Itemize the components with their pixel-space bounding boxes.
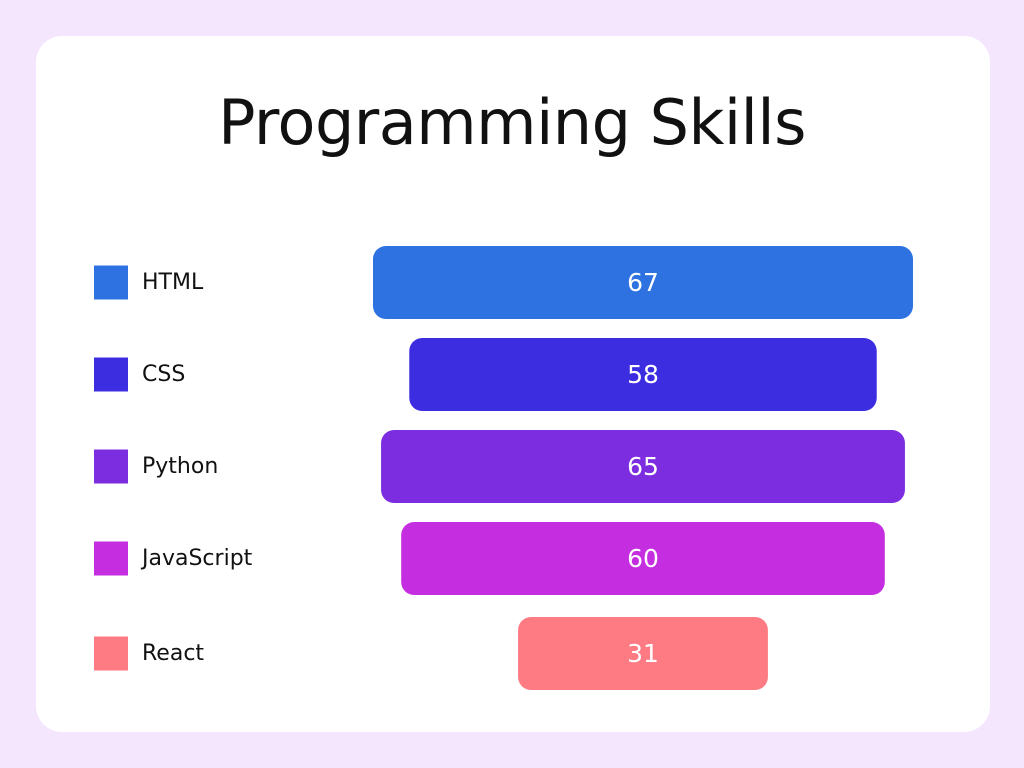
legend-label-javascript: JavaScript	[140, 546, 253, 571]
funnel-chart: HTML CSS Python JavaScript React 67 58 65 60 31	[94, 246, 913, 690]
legend-swatch-javascript	[94, 541, 128, 576]
legend-label-css: CSS	[142, 362, 185, 387]
legend-label-react: React	[142, 641, 204, 666]
bar-value-label-react: 31	[627, 639, 659, 668]
legend-swatch-react	[94, 636, 128, 671]
funnel-bars: 67 58 65 60 31	[373, 246, 913, 690]
bar-value-label-css: 58	[627, 360, 659, 389]
bar-value-label-html: 67	[627, 268, 659, 297]
bar-value-label-javascript: 60	[627, 544, 659, 573]
legend-label-html: HTML	[142, 270, 204, 295]
bar-value-label-python: 65	[627, 452, 659, 481]
legend-swatch-html	[94, 265, 128, 300]
legend-swatch-css	[94, 357, 128, 392]
legend-label-python: Python	[142, 454, 218, 479]
legend-swatch-python	[94, 449, 128, 484]
legend: HTML CSS Python JavaScript React	[94, 265, 253, 671]
